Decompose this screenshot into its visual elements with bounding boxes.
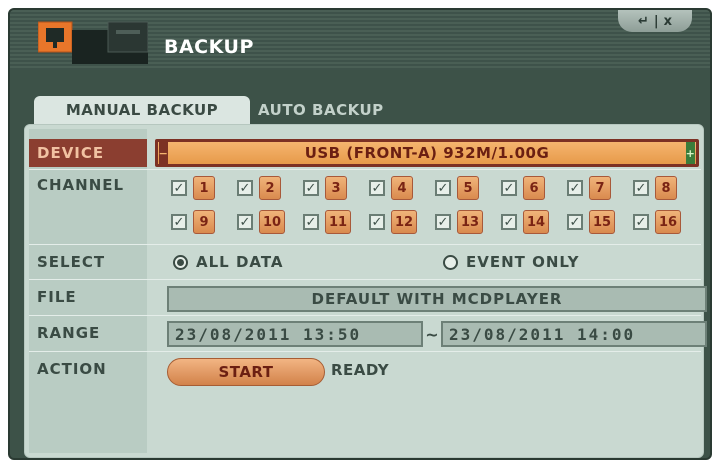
channel-toggle[interactable]: ✓ 12 [369, 209, 431, 235]
row-divider [29, 279, 701, 280]
channel-toggle[interactable]: ✓ 14 [501, 209, 563, 235]
tab-manual-backup[interactable]: MANUAL BACKUP [34, 96, 250, 124]
channel-toggle[interactable]: ✓ 2 [237, 175, 299, 201]
checkbox-icon[interactable]: ✓ [633, 180, 649, 196]
range-start-field[interactable]: 23/08/2011 13:50 [167, 321, 423, 347]
title-bar: BACKUP ↵ | x [10, 10, 710, 70]
row-divider [29, 315, 701, 316]
channel-number: 15 [589, 210, 616, 234]
channel-toggle[interactable]: ✓ 3 [303, 175, 365, 201]
radio-event-only[interactable]: EVENT ONLY [443, 250, 580, 274]
checkbox-icon[interactable]: ✓ [303, 180, 319, 196]
channel-toggle[interactable]: ✓ 4 [369, 175, 431, 201]
range-separator: ~ [425, 324, 439, 344]
radio-selected-icon[interactable] [173, 254, 188, 270]
radio-event-only-label: EVENT ONLY [466, 253, 580, 271]
channel-number: 10 [259, 210, 286, 234]
channel-number: 4 [391, 176, 413, 200]
row-divider [29, 244, 701, 245]
start-button[interactable]: START [167, 358, 325, 386]
channel-number: 14 [523, 210, 550, 234]
channel-number: 8 [655, 176, 677, 200]
channel-number: 11 [325, 210, 352, 234]
radio-unselected-icon[interactable] [443, 254, 458, 270]
checkbox-icon[interactable]: ✓ [171, 180, 187, 196]
device-next-button[interactable]: + [686, 142, 695, 164]
checkbox-icon[interactable]: ✓ [171, 214, 187, 230]
enter-icon[interactable]: ↵ [638, 14, 649, 29]
device-selector[interactable]: − USB (FRONT-A) 932M/1.00G + [155, 139, 699, 167]
backup-disk-icon [38, 21, 148, 64]
channel-toggle[interactable]: ✓ 13 [435, 209, 497, 235]
channel-number: 2 [259, 176, 281, 200]
radio-all-data-label: ALL DATA [196, 253, 284, 271]
channel-toggle[interactable]: ✓ 11 [303, 209, 365, 235]
checkbox-icon[interactable]: ✓ [237, 214, 253, 230]
checkbox-icon[interactable]: ✓ [501, 214, 517, 230]
status-text: READY [331, 361, 390, 379]
checkbox-icon[interactable]: ✓ [369, 214, 385, 230]
row-divider [29, 351, 701, 352]
channel-number: 16 [655, 210, 682, 234]
device-value-box: − USB (FRONT-A) 932M/1.00G + [158, 142, 696, 164]
checkbox-icon[interactable]: ✓ [369, 180, 385, 196]
channel-toggle[interactable]: ✓ 16 [633, 209, 695, 235]
channel-number: 13 [457, 210, 484, 234]
checkbox-icon[interactable]: ✓ [435, 180, 451, 196]
row-divider [29, 169, 701, 170]
channel-toggle[interactable]: ✓ 1 [171, 175, 233, 201]
range-label: RANGE [37, 324, 101, 342]
file-label: FILE [37, 288, 77, 306]
control-separator: | [653, 13, 659, 29]
channel-number: 1 [193, 176, 215, 200]
checkbox-icon[interactable]: ✓ [303, 214, 319, 230]
action-label: ACTION [37, 360, 107, 378]
channel-number: 9 [193, 210, 215, 234]
range-end-field[interactable]: 23/08/2011 14:00 [441, 321, 707, 347]
backup-settings-panel: DEVICE CHANNEL SELECT FILE RANGE ACTION … [24, 124, 707, 458]
radio-all-data[interactable]: ALL DATA [173, 250, 284, 274]
file-format-field[interactable]: DEFAULT WITH MCDPLAYER [167, 286, 707, 312]
device-value: USB (FRONT-A) 932M/1.00G [304, 144, 550, 162]
tab-auto-backup[interactable]: AUTO BACKUP [256, 96, 434, 124]
channel-toggle[interactable]: ✓ 9 [171, 209, 233, 235]
checkbox-icon[interactable]: ✓ [633, 214, 649, 230]
channel-toggle[interactable]: ✓ 15 [567, 209, 629, 235]
window-title: BACKUP [164, 36, 254, 58]
channel-number: 5 [457, 176, 479, 200]
channel-toggle[interactable]: ✓ 8 [633, 175, 695, 201]
checkbox-icon[interactable]: ✓ [567, 180, 583, 196]
channel-toggle[interactable]: ✓ 5 [435, 175, 497, 201]
close-icon[interactable]: x [664, 14, 672, 29]
backup-window: BACKUP ↵ | x MANUAL BACKUP AUTO BACKUP D… [8, 8, 712, 460]
checkbox-icon[interactable]: ✓ [237, 180, 253, 196]
checkbox-icon[interactable]: ✓ [435, 214, 451, 230]
channel-toggle[interactable]: ✓ 6 [501, 175, 563, 201]
device-label: DEVICE [29, 139, 147, 167]
select-label: SELECT [37, 253, 106, 271]
checkbox-icon[interactable]: ✓ [501, 180, 517, 196]
channel-number: 6 [523, 176, 545, 200]
channel-toggle[interactable]: ✓ 10 [237, 209, 299, 235]
channel-number: 3 [325, 176, 347, 200]
channel-number: 7 [589, 176, 611, 200]
channel-toggle[interactable]: ✓ 7 [567, 175, 629, 201]
channel-number: 12 [391, 210, 418, 234]
device-prev-button[interactable]: − [159, 142, 168, 164]
channel-label: CHANNEL [37, 176, 125, 194]
checkbox-icon[interactable]: ✓ [567, 214, 583, 230]
window-controls: ↵ | x [618, 10, 692, 32]
